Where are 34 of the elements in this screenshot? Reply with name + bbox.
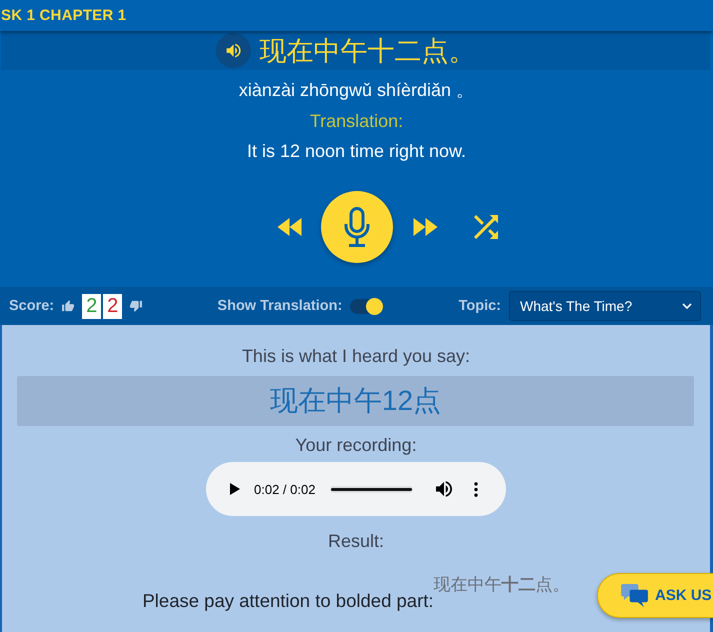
topic-select[interactable]: What's The Time?: [509, 291, 701, 321]
show-translation-label: Show Translation:: [217, 298, 342, 314]
chat-bubbles-icon: [621, 584, 648, 607]
attention-label: Please pay attention to bolded part:: [142, 590, 434, 612]
speaker-icon[interactable]: [216, 33, 250, 68]
translation-label: Translation:: [308, 110, 404, 132]
result-label: Result:: [326, 530, 386, 552]
rewind-icon[interactable]: [276, 218, 302, 236]
topic-label: Topic:: [458, 298, 501, 314]
thumbs-down-icon: [130, 300, 142, 312]
record-button[interactable]: [320, 191, 392, 263]
correct-count: 2: [82, 294, 102, 318]
score-label: Score:: [9, 298, 54, 314]
fast-forward-icon[interactable]: [412, 218, 438, 236]
chinese-sentence: 现在中午十二点。: [260, 34, 476, 68]
heard-label: This is what I heard you say:: [240, 345, 472, 367]
more-options-icon[interactable]: [474, 482, 478, 496]
recording-label: Your recording:: [294, 434, 418, 456]
translation-toggle[interactable]: [350, 298, 384, 314]
chapter-title: SK 1 CHAPTER 1: [1, 7, 126, 24]
playback-time: 0:02 / 0:02: [254, 482, 316, 496]
pinyin-text: xiànzài zhōngwǔ shíèrdiǎn 。: [238, 79, 476, 101]
ask-us-button[interactable]: ASK US: [597, 573, 713, 618]
microphone-icon: [342, 207, 370, 247]
chevron-down-icon: [682, 303, 692, 309]
translation-text: It is 12 noon time right now.: [246, 140, 468, 162]
volume-icon[interactable]: [436, 481, 452, 497]
recognized-text: 现在中午12点: [17, 376, 694, 426]
play-icon[interactable]: [230, 483, 240, 495]
thumbs-up-icon: [62, 300, 74, 312]
shuffle-icon[interactable]: [474, 215, 498, 239]
wrong-count: 2: [103, 294, 122, 318]
result-sentence: 现在中午十二点。: [434, 574, 570, 596]
progress-track[interactable]: [330, 486, 414, 492]
